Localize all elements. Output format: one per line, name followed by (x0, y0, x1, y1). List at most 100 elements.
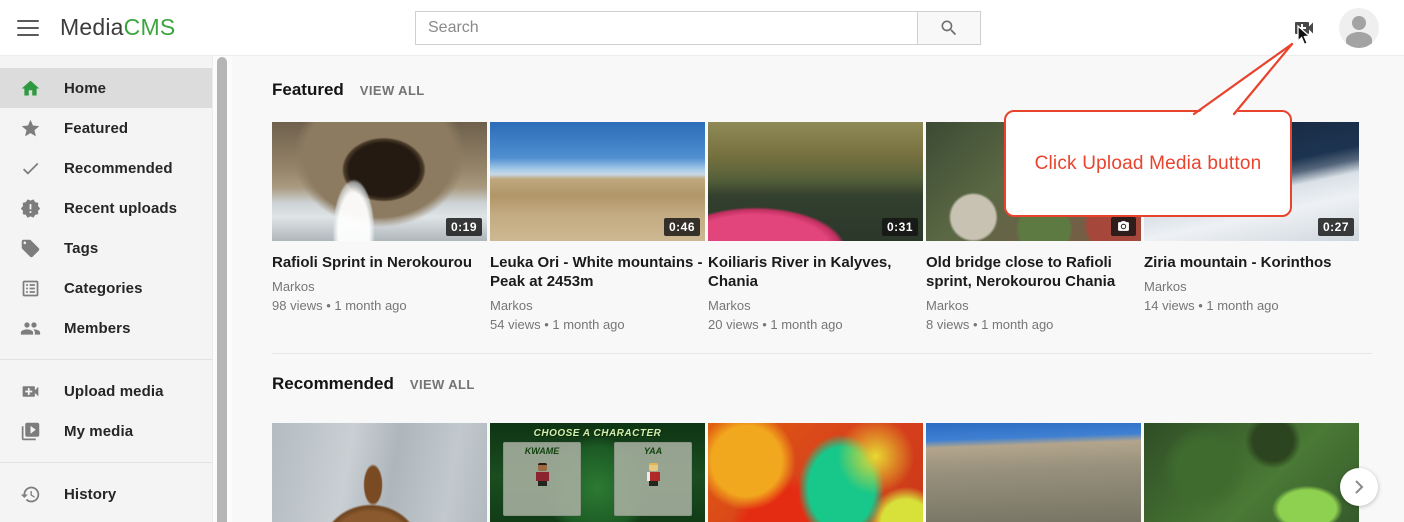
menu-button[interactable] (16, 18, 40, 38)
media-card: 0:46 Leuka Ori - White mountains - Peak … (490, 122, 705, 332)
duration-badge: 0:46 (664, 218, 700, 236)
sidebar: Home Featured Recommended Recent uploads… (0, 56, 212, 522)
sidebar-item-label: Recommended (64, 160, 173, 177)
sidebar-item-recommended[interactable]: Recommended (0, 148, 212, 188)
sidebar-item-my-media[interactable]: My media (0, 411, 212, 451)
sidebar-item-tags[interactable]: Tags (0, 228, 212, 268)
media-card (272, 423, 487, 522)
sidebar-item-label: Tags (64, 240, 98, 257)
history-icon (20, 484, 41, 505)
media-meta: 98 views • 1 month ago (272, 298, 487, 313)
duration-badge: 0:31 (882, 218, 918, 236)
character-name: YAA (615, 446, 691, 456)
categories-icon (20, 278, 41, 299)
video-thumbnail[interactable]: 0:46 (490, 122, 705, 241)
media-meta: 54 views • 1 month ago (490, 317, 705, 332)
sidebar-scrollbar-thumb[interactable] (217, 57, 227, 522)
media-author[interactable]: Markos (1144, 279, 1359, 294)
upload-media-button[interactable] (1291, 16, 1317, 40)
logo-text-media: Media (60, 14, 124, 40)
camera-icon (1117, 220, 1130, 233)
sidebar-item-label: Members (64, 320, 131, 337)
duration-badge: 0:27 (1318, 218, 1354, 236)
logo[interactable]: MediaCMS (60, 14, 175, 41)
sidebar-item-label: My media (64, 423, 133, 440)
media-card (708, 423, 923, 522)
sidebar-item-upload-media[interactable]: Upload media (0, 371, 212, 411)
media-card (1144, 423, 1359, 522)
person-icon (1339, 8, 1379, 48)
media-author[interactable]: Markos (708, 298, 923, 313)
media-title[interactable]: Koiliaris River in Kalyves, Chania (708, 253, 923, 291)
video-thumbnail[interactable] (1144, 423, 1359, 522)
sidebar-item-label: Home (64, 80, 106, 97)
media-meta: 20 views • 1 month ago (708, 317, 923, 332)
media-title[interactable]: Ziria mountain - Korinthos (1144, 253, 1359, 272)
sidebar-item-label: Upload media (64, 383, 164, 400)
search-bar (415, 11, 981, 45)
logo-text-cms: CMS (124, 14, 176, 40)
sidebar-item-featured[interactable]: Featured (0, 108, 212, 148)
sidebar-scrollbar-track[interactable] (212, 56, 232, 522)
sidebar-item-label: Featured (64, 120, 128, 137)
character-name: KWAME (504, 446, 580, 456)
members-icon (20, 318, 41, 339)
video-thumbnail[interactable] (272, 423, 487, 522)
user-avatar[interactable] (1339, 8, 1379, 48)
media-author[interactable]: Markos (926, 298, 1141, 313)
recommended-section: Recommended VIEW ALL CHOOSE A CHARACTER … (272, 374, 1404, 522)
sidebar-item-members[interactable]: Members (0, 308, 212, 348)
mediacms-app: MediaCMS Home Featured Reco (0, 0, 1404, 522)
media-meta: 14 views • 1 month ago (1144, 298, 1359, 313)
media-card: 0:19 Rafioli Sprint in Nerokourou Markos… (272, 122, 487, 332)
search-button[interactable] (917, 11, 981, 45)
video-thumbnail[interactable] (926, 423, 1141, 522)
thumbnail-text: CHOOSE A CHARACTER (490, 428, 705, 439)
sidebar-item-history[interactable]: History (0, 474, 212, 514)
section-title-recommended: Recommended (272, 374, 394, 394)
video-thumbnail[interactable]: 0:19 (272, 122, 487, 241)
upload-tooltip: Click Upload Media button (1004, 110, 1292, 217)
my-media-icon (20, 421, 41, 442)
star-icon (20, 118, 41, 139)
tag-icon (20, 238, 41, 259)
character-sprite (645, 463, 661, 486)
media-card: CHOOSE A CHARACTER KWAME Selected YAA Se… (490, 423, 705, 522)
media-title[interactable]: Old bridge close to Rafioli sprint, Nero… (926, 253, 1141, 291)
recommended-view-all-link[interactable]: VIEW ALL (410, 377, 475, 392)
character-sprite (534, 463, 550, 486)
photo-badge (1111, 217, 1136, 236)
recommended-cards-row: CHOOSE A CHARACTER KWAME Selected YAA Se… (272, 423, 1404, 522)
section-divider (272, 353, 1372, 354)
upload-media-icon (1292, 16, 1316, 40)
game-character-panel: KWAME Selected (503, 442, 581, 516)
home-icon (20, 78, 41, 99)
sidebar-divider (0, 462, 212, 463)
chevron-right-icon (1351, 479, 1367, 495)
search-input[interactable] (415, 11, 917, 45)
sidebar-item-label: History (64, 486, 116, 503)
video-thumbnail[interactable]: 0:31 (708, 122, 923, 241)
video-thumbnail[interactable] (708, 423, 923, 522)
sidebar-item-home[interactable]: Home (0, 68, 212, 108)
section-title-featured: Featured (272, 80, 344, 100)
sidebar-item-label: Categories (64, 280, 143, 297)
media-meta: 8 views • 1 month ago (926, 317, 1141, 332)
media-author[interactable]: Markos (490, 298, 705, 313)
media-title[interactable]: Leuka Ori - White mountains - Peak at 24… (490, 253, 705, 291)
duration-badge: 0:19 (446, 218, 482, 236)
top-bar: MediaCMS (0, 0, 1404, 56)
upload-media-icon (20, 381, 41, 402)
search-icon (939, 18, 959, 38)
media-title[interactable]: Rafioli Sprint in Nerokourou (272, 253, 487, 272)
sidebar-item-categories[interactable]: Categories (0, 268, 212, 308)
media-author[interactable]: Markos (272, 279, 487, 294)
sidebar-item-label: Recent uploads (64, 200, 177, 217)
media-card (926, 423, 1141, 522)
game-character-panel: YAA Select (614, 442, 692, 516)
carousel-next-button[interactable] (1340, 468, 1378, 506)
sidebar-item-recent-uploads[interactable]: Recent uploads (0, 188, 212, 228)
featured-view-all-link[interactable]: VIEW ALL (360, 83, 425, 98)
video-thumbnail[interactable]: CHOOSE A CHARACTER KWAME Selected YAA Se… (490, 423, 705, 522)
sidebar-divider (0, 359, 212, 360)
